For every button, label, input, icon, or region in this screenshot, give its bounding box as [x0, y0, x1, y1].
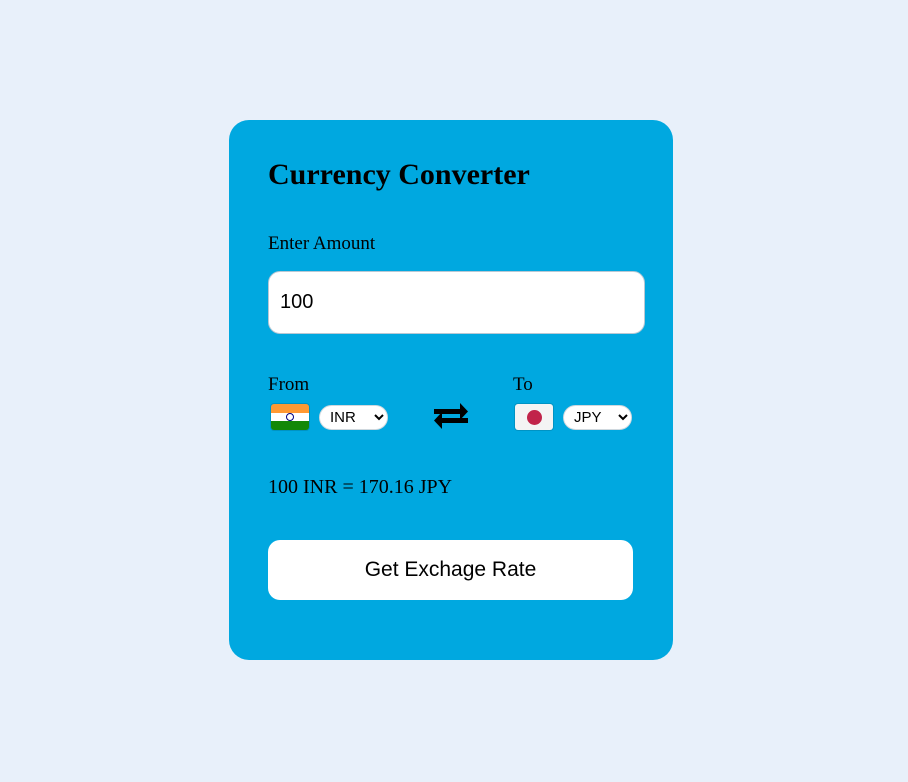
get-exchange-rate-button[interactable]: Get Exchage Rate — [268, 540, 633, 600]
to-currency-select[interactable]: JPY — [563, 405, 632, 430]
converter-card: Currency Converter Enter Amount From To … — [229, 120, 673, 660]
japan-flag-icon — [515, 404, 553, 430]
amount-label: Enter Amount — [268, 233, 376, 254]
amount-input[interactable] — [268, 271, 645, 334]
from-label: From — [268, 374, 310, 395]
conversion-result: 100 INR = 170.16 JPY — [268, 476, 453, 498]
to-label: To — [513, 374, 533, 395]
india-flag-icon — [271, 404, 309, 430]
from-currency-select[interactable]: INR — [319, 405, 388, 430]
page-title: Currency Converter — [268, 158, 530, 191]
swap-arrows-icon[interactable] — [434, 400, 468, 432]
